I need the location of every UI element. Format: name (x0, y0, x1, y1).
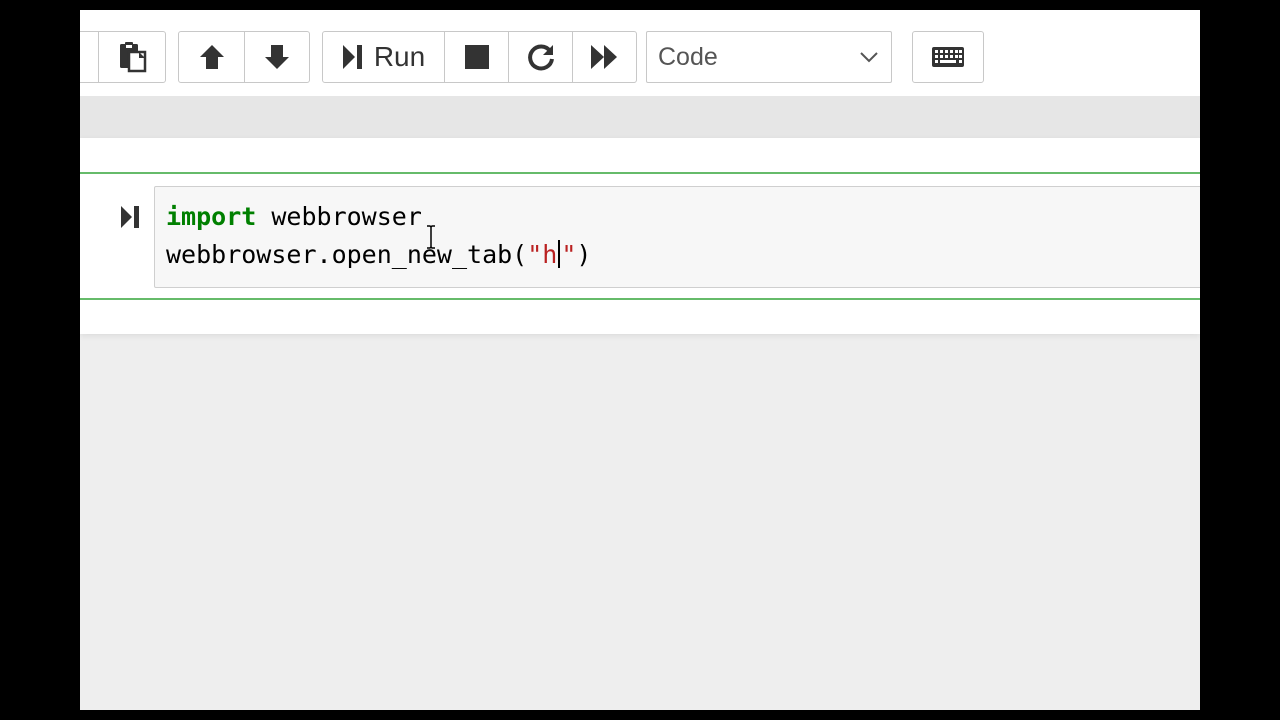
notebook-window: Run Code import webbrowser webbrowser.op… (80, 10, 1200, 710)
edit-button-group (80, 31, 166, 83)
call-prefix: webbrowser.open_new_tab( (166, 240, 528, 269)
copy-button[interactable] (80, 32, 99, 82)
run-button-group: Run (322, 31, 637, 83)
call-suffix: ) (576, 240, 592, 269)
string-open: "h (527, 240, 558, 269)
run-cell-icon (121, 206, 139, 228)
chevron-down-icon (860, 52, 878, 63)
code-line-1: import webbrowser (166, 199, 422, 235)
notebook-container: import webbrowser webbrowser.open_new_ta… (80, 138, 1200, 334)
restart-button[interactable] (509, 32, 573, 82)
keyboard-shortcuts-group (912, 31, 984, 83)
run-button[interactable]: Run (323, 32, 445, 82)
run-label: Run (373, 41, 426, 72)
run-icon (342, 45, 362, 69)
cell-type-select[interactable]: Code (646, 31, 892, 83)
code-cell[interactable]: import webbrowser webbrowser.open_new_ta… (80, 172, 1200, 300)
mouse-ibeam-cursor-icon (427, 225, 435, 249)
keyword-import: import (166, 202, 257, 231)
paste-button[interactable] (99, 32, 165, 82)
fast-forward-icon (590, 45, 617, 69)
run-cell-prompt[interactable] (120, 204, 142, 235)
import-module: webbrowser (256, 202, 422, 231)
move-down-icon (265, 45, 289, 69)
keyboard-icon (932, 47, 964, 67)
string-close: " (561, 240, 577, 269)
toolbar-separator (80, 96, 1200, 138)
code-editor[interactable]: import webbrowser webbrowser.open_new_ta… (154, 186, 1200, 288)
cell-type-value: Code (658, 42, 718, 71)
keyboard-shortcuts-button[interactable] (913, 32, 983, 82)
move-up-button[interactable] (179, 32, 245, 82)
move-down-button[interactable] (245, 32, 309, 82)
stop-button[interactable] (445, 32, 509, 82)
toolbar: Run Code (80, 10, 1200, 96)
paste-icon (120, 42, 147, 73)
move-button-group (178, 31, 310, 83)
fast-forward-button[interactable] (573, 32, 636, 82)
code-line-2: webbrowser.open_new_tab("h ") (166, 237, 591, 273)
move-up-icon (199, 45, 224, 69)
restart-icon (527, 44, 554, 71)
stop-icon (464, 45, 489, 69)
